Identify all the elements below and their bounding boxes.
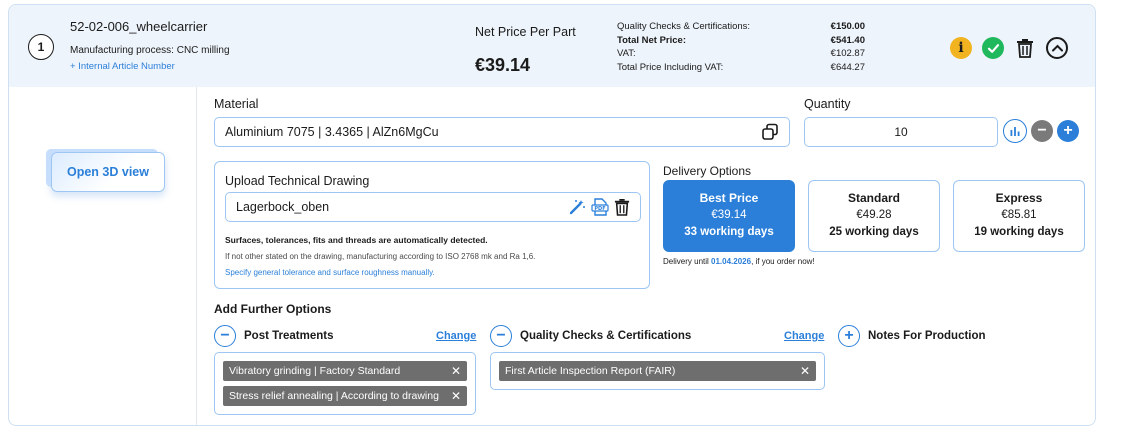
tag-label: Stress relief annealing | According to d…: [229, 390, 439, 402]
position-number: 1: [28, 34, 54, 60]
summary-row-total-incl-vat: Total Price Including VAT: €644.27: [617, 61, 865, 75]
quantity-label: Quantity: [804, 97, 851, 111]
pdf-icon[interactable]: PDF: [591, 198, 609, 216]
material-value: Aluminium 7075 | 3.4365 | AlZn6MgCu: [225, 125, 439, 139]
delivery-option-name: Best Price: [699, 191, 759, 205]
info-button[interactable]: i: [949, 36, 973, 60]
chevron-up-icon: [1046, 37, 1068, 59]
summary-value: €150.00: [830, 21, 865, 32]
post-treatments-header: − Post Treatments: [214, 325, 333, 347]
material-select[interactable]: Aluminium 7075 | 3.4365 | AlZn6MgCu: [214, 117, 790, 147]
post-treatment-tag: Vibratory grinding | Factory Standard ✕: [223, 361, 467, 381]
collapse-post-treatments-button[interactable]: −: [214, 325, 236, 347]
collapse-quality-checks-button[interactable]: −: [490, 325, 512, 347]
price-summary: Quality Checks & Certifications: €150.00…: [617, 20, 865, 74]
post-treatment-tag: Stress relief annealing | According to d…: [223, 386, 467, 406]
delivery-option-days: 33 working days: [684, 226, 774, 238]
material-label: Material: [214, 97, 259, 111]
auto-detection-note: Surfaces, tolerances, fits and threads a…: [225, 235, 488, 245]
quantity-increase-button[interactable]: +: [1057, 120, 1079, 142]
part-card: 1 52-02-006_wheelcarrier Manufacturing p…: [8, 4, 1096, 426]
drawing-actions: PDF: [568, 198, 630, 216]
summary-row-vat: VAT: €102.87: [617, 47, 865, 61]
bar-chart-icon[interactable]: [1003, 119, 1027, 143]
open-3d-view-button[interactable]: Open 3D view: [51, 152, 165, 192]
notes-for-production-label: Notes For Production: [868, 330, 986, 342]
add-notes-button[interactable]: +: [838, 325, 860, 347]
post-treatments-label: Post Treatments: [244, 330, 334, 342]
drawing-file-name: Lagerbock_oben: [236, 200, 330, 214]
post-treatments-list: Vibratory grinding | Factory Standard ✕ …: [214, 352, 476, 415]
quality-checks-header: − Quality Checks & Certifications: [490, 325, 691, 347]
trash-icon[interactable]: [614, 198, 630, 216]
quality-checks-label: Quality Checks & Certifications: [520, 330, 692, 342]
delete-button[interactable]: [1013, 36, 1037, 60]
copy-icon[interactable]: [761, 123, 779, 141]
tag-label: First Article Inspection Report (FAIR): [505, 365, 676, 377]
change-quality-checks-link[interactable]: Change: [784, 330, 824, 342]
delivery-option-express[interactable]: Express €85.81 19 working days: [953, 180, 1085, 252]
summary-value: €102.87: [830, 48, 865, 59]
trash-icon: [1017, 39, 1033, 58]
delivery-options-title: Delivery Options: [663, 164, 752, 178]
tag-label: Vibratory grinding | Factory Standard: [229, 365, 401, 377]
summary-row-total-net: Total Net Price: €541.40: [617, 34, 865, 48]
upload-title: Upload Technical Drawing: [225, 174, 370, 188]
delivery-note-prefix: Delivery until: [663, 257, 712, 266]
check-icon: [982, 37, 1004, 59]
specify-tolerance-link[interactable]: Specify general tolerance and surface ro…: [225, 268, 435, 277]
part-header: 1 52-02-006_wheelcarrier Manufacturing p…: [9, 5, 1095, 87]
delivery-option-price: €85.81: [1001, 209, 1037, 221]
upload-technical-drawing: Upload Technical Drawing Lagerbock_oben …: [214, 161, 650, 289]
collapse-button[interactable]: [1045, 36, 1069, 60]
remove-tag-icon[interactable]: ✕: [451, 389, 461, 403]
quality-checks-list: First Article Inspection Report (FAIR) ✕: [490, 352, 825, 390]
quantity-controls: − +: [1003, 119, 1079, 143]
delivery-option-name: Express: [995, 191, 1043, 205]
svg-text:PDF: PDF: [594, 206, 605, 212]
summary-value: €541.40: [830, 34, 865, 46]
manufacturing-process: Manufacturing process: CNC milling: [70, 45, 230, 56]
remove-tag-icon[interactable]: ✕: [800, 364, 810, 378]
quantity-input[interactable]: 10: [804, 117, 998, 147]
delivery-option-price: €49.28: [856, 209, 892, 221]
delivery-date-note: Delivery until 01.04.2026, if you order …: [663, 257, 815, 266]
summary-row-quality: Quality Checks & Certifications: €150.00: [617, 20, 865, 34]
summary-label: Total Net Price:: [617, 34, 686, 46]
notes-for-production-header: + Notes For Production: [838, 325, 986, 347]
further-options-title: Add Further Options: [214, 302, 332, 316]
delivery-option-days: 19 working days: [974, 226, 1064, 238]
delivery-date: 01.04.2026: [711, 257, 752, 266]
net-price-value: €39.14: [475, 55, 531, 75]
header-actions: i: [949, 36, 1069, 60]
summary-value: €644.27: [830, 61, 865, 73]
change-post-treatments-link[interactable]: Change: [436, 330, 476, 342]
article-name: 52-02-006_wheelcarrier: [70, 19, 208, 34]
internal-article-number-link[interactable]: + Internal Article Number: [70, 61, 175, 72]
summary-label: Quality Checks & Certifications:: [617, 21, 751, 32]
delivery-option-standard[interactable]: Standard €49.28 25 working days: [808, 180, 940, 252]
summary-label: Total Price Including VAT:: [617, 61, 724, 73]
confirm-button[interactable]: [981, 36, 1005, 60]
remove-tag-icon[interactable]: ✕: [451, 364, 461, 378]
summary-label: VAT:: [617, 48, 636, 59]
iso-note: If not other stated on the drawing, manu…: [225, 252, 536, 261]
delivery-note-suffix: , if you order now!: [751, 257, 815, 266]
preview-column: [9, 87, 197, 425]
magic-wand-icon[interactable]: [568, 199, 586, 215]
info-icon: i: [950, 37, 972, 59]
quality-check-tag: First Article Inspection Report (FAIR) ✕: [499, 361, 816, 381]
net-price-label: Net Price Per Part: [475, 25, 576, 39]
drawing-file-field[interactable]: Lagerbock_oben PDF: [225, 192, 641, 222]
delivery-option-best-price[interactable]: Best Price €39.14 33 working days: [663, 180, 795, 252]
delivery-option-days: 25 working days: [829, 226, 919, 238]
quantity-decrease-button[interactable]: −: [1031, 120, 1053, 142]
delivery-option-name: Standard: [847, 191, 900, 205]
delivery-option-price: €39.14: [711, 209, 747, 221]
